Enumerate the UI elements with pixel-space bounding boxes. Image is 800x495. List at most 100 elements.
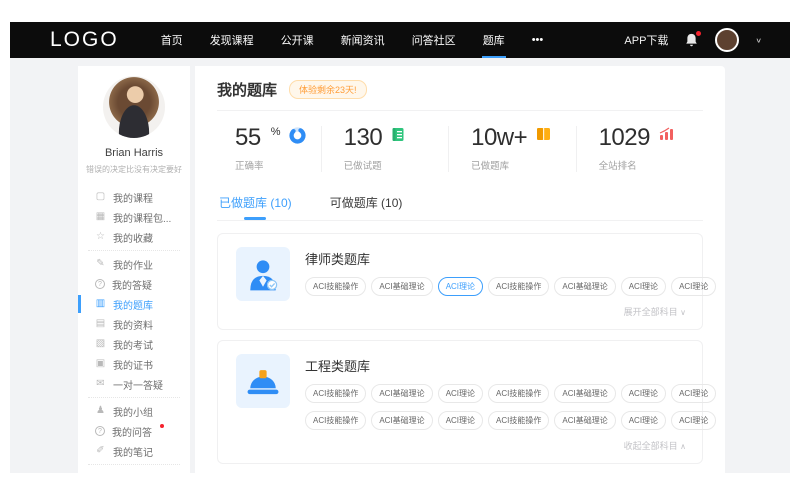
subject-tag[interactable]: ACI技能操作	[488, 277, 549, 296]
stat-top: 10w+	[471, 126, 575, 150]
lawyer-avatar-icon	[236, 247, 290, 301]
course-package-icon: ▦	[95, 212, 106, 222]
nav-item-0[interactable]: 首页	[161, 22, 183, 58]
subject-tag[interactable]: ACI技能操作	[488, 411, 549, 430]
stat-1: 130已做试题	[322, 126, 449, 172]
tag-row: ACI技能操作ACI基础理论ACI理论ACI技能操作ACI基础理论ACI理论AC…	[305, 277, 686, 296]
stat-label: 已做试题	[344, 158, 448, 172]
sidebar-item-label: 我的课程包...	[113, 210, 171, 225]
sidebar-item-label: 我的证书	[113, 357, 153, 372]
stat-2: 10w+ 已做题库	[449, 126, 576, 172]
trial-badge: 体验剩余23天!	[289, 80, 367, 99]
sidebar-item-label: 我的资料	[113, 317, 153, 332]
nav-item-4[interactable]: 问答社区	[412, 22, 456, 58]
one-on-one-icon: ✉	[95, 379, 106, 389]
nav-item-3[interactable]: 新闻资讯	[341, 22, 385, 58]
nav-item-2[interactable]: 公开课	[281, 22, 314, 58]
subject-tag[interactable]: ACI理论	[621, 384, 666, 403]
app-download-link[interactable]: APP下载	[624, 32, 668, 48]
sidebar-item-label: 我的答疑	[112, 277, 152, 292]
subject-tag[interactable]: ACI技能操作	[305, 411, 366, 430]
subject-tag[interactable]: ACI理论	[438, 384, 483, 403]
sidebar-item-label: 我的积分	[113, 471, 153, 474]
stat-0: 55% 正确率	[217, 126, 322, 172]
subject-tag[interactable]: ACI基础理论	[371, 384, 432, 403]
sidebar-item-1[interactable]: ▦ 我的课程包...	[78, 207, 190, 227]
subject-tag[interactable]: ACI理论	[438, 411, 483, 430]
subject-tag[interactable]: ACI基础理论	[371, 277, 432, 296]
stat-value: 1029	[599, 126, 650, 150]
stat-suffix: %	[271, 126, 281, 138]
stat-top: 55%	[235, 126, 321, 150]
nav-item-5[interactable]: 题库	[483, 22, 505, 58]
subject-tag[interactable]: ACI技能操作	[305, 384, 366, 403]
files-icon: ▤	[95, 319, 106, 329]
nav-more-button[interactable]: •••	[532, 22, 544, 58]
nav-menu: 首页发现课程公开课新闻资讯问答社区题库 •••	[161, 22, 544, 58]
subject-tag[interactable]: ACI理论	[671, 384, 716, 403]
subject-tag[interactable]: ACI基础理论	[554, 384, 615, 403]
subject-tag[interactable]: ACI理论	[621, 411, 666, 430]
subject-tag[interactable]: ACI技能操作	[305, 277, 366, 296]
sidebar-item-8[interactable]: ▣ 我的证书	[78, 354, 190, 374]
subject-tag[interactable]: ACI理论	[438, 277, 483, 296]
homework-icon: ✎	[95, 259, 106, 269]
sidebar-item-label: 我的笔记	[113, 444, 153, 459]
subject-tag[interactable]: ACI基础理论	[554, 277, 615, 296]
book-icon	[536, 127, 551, 146]
tab-1[interactable]: 可做题库 (10)	[328, 187, 405, 220]
sidebar-item-6[interactable]: ▤ 我的资料	[78, 314, 190, 334]
sidebar-item-label: 我的小组	[113, 404, 153, 419]
subject-tag[interactable]: ACI基础理论	[371, 411, 432, 430]
sidebar-item-4[interactable]: ?我的答疑	[78, 274, 190, 294]
nav-item-1[interactable]: 发现课程	[210, 22, 254, 58]
sidebar-menu: ▢我的课程▦我的课程包...☆我的收藏✎我的作业?我的答疑▥我的题库▤我的资料▧…	[78, 187, 190, 473]
page: LOGO 首页发现课程公开课新闻资讯问答社区题库••• APP下载 ∨ Bria…	[10, 22, 790, 473]
engineer-avatar-icon	[236, 354, 290, 408]
subject-tag[interactable]: ACI理论	[671, 277, 716, 296]
sidebar-item-label: 一对一答疑	[113, 377, 163, 392]
sidebar-item-2[interactable]: ☆我的收藏	[78, 227, 190, 247]
stat-label: 全站排名	[599, 158, 703, 172]
certificate-icon: ▣	[95, 359, 106, 369]
sidebar-item-10[interactable]: ♟我的小组	[78, 401, 190, 421]
subject-tag[interactable]: ACI基础理论	[554, 411, 615, 430]
sidebar-item-3[interactable]: ✎我的作业	[78, 254, 190, 274]
user-avatar[interactable]	[715, 28, 739, 52]
profile-tagline: 错误的决定比没有决定要好	[78, 164, 190, 175]
sidebar-item-0[interactable]: ▢我的课程	[78, 187, 190, 207]
sidebar-item-9[interactable]: ✉ 一对一答疑	[78, 374, 190, 394]
unread-dot	[160, 424, 164, 428]
unread-dot	[696, 31, 701, 36]
sidebar-item-13[interactable]: ◎我的积分	[78, 468, 190, 473]
stat-label: 正确率	[235, 158, 321, 172]
chevron-up-icon: ∧	[680, 442, 686, 451]
logo[interactable]: LOGO	[50, 28, 119, 52]
toggle-subjects-link[interactable]: 收起全部科目 ∧	[305, 438, 686, 455]
subject-tag[interactable]: ACI理论	[671, 411, 716, 430]
stat-3: 1029 全站排名	[577, 126, 703, 172]
sidebar-item-7[interactable]: ▧我的考试	[78, 334, 190, 354]
subject-tag[interactable]: ACI理论	[621, 277, 666, 296]
main-panel: 我的题库 体验剩余23天! 55% 正确率130已做试题 10w+ 已做题库 1029 全…	[195, 66, 725, 473]
chevron-down-icon[interactable]: ∨	[755, 36, 762, 44]
notes-icon: ✐	[95, 446, 106, 456]
question-bank-icon: ▥	[95, 299, 106, 309]
stat-label: 已做题库	[471, 158, 575, 172]
tabs-divider	[217, 220, 703, 221]
my-questions-icon: ?	[95, 426, 105, 436]
stat-value: 10w+	[471, 126, 527, 150]
sidebar-item-11[interactable]: ?我的问答	[78, 421, 190, 441]
sidebar-item-5[interactable]: ▥ 我的题库	[78, 294, 190, 314]
tab-0[interactable]: 已做题库 (10)	[217, 187, 294, 220]
active-indicator	[78, 295, 81, 313]
main-header: 我的题库 体验剩余23天!	[217, 66, 703, 110]
sidebar-item-12[interactable]: ✐ 我的笔记	[78, 441, 190, 461]
profile-photo[interactable]	[103, 76, 165, 138]
subject-tag[interactable]: ACI技能操作	[488, 384, 549, 403]
toggle-subjects-link[interactable]: 展开全部科目 ∨	[305, 304, 686, 321]
notification-bell-icon[interactable]	[684, 32, 699, 48]
sidebar-item-label: 我的题库	[113, 297, 153, 312]
sidebar: Brian Harris 错误的决定比没有决定要好 ▢我的课程▦我的课程包...…	[78, 66, 190, 473]
stats-row: 55% 正确率130已做试题 10w+ 已做题库 1029 全站排名	[217, 111, 703, 185]
